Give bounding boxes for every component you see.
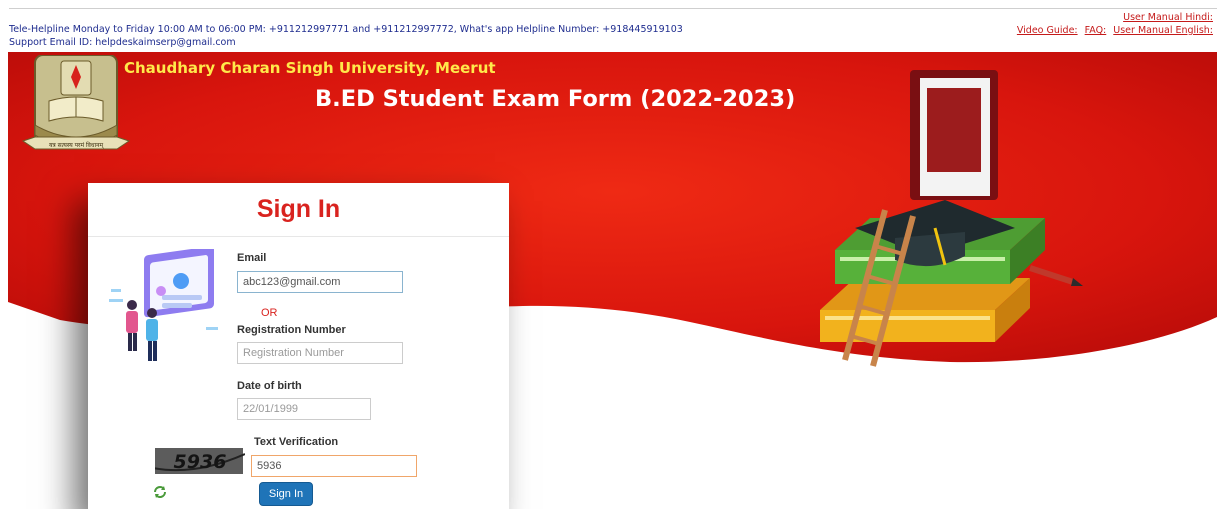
login-illustration <box>109 249 218 361</box>
top-links: User Manual Hindi: Video Guide: FAQ: Use… <box>1013 11 1213 37</box>
video-guide-link[interactable]: Video Guide: <box>1017 25 1078 36</box>
university-name: Chaudhary Charan Singh University, Meeru… <box>124 59 496 77</box>
refresh-icon[interactable] <box>153 485 167 499</box>
signin-button[interactable]: Sign In <box>259 482 313 506</box>
signin-card: Sign In Email OR Registration Number Dat… <box>88 183 509 509</box>
support-email: Support Email ID: helpdeskaimserp@gmail.… <box>9 37 236 48</box>
top-divider <box>9 8 1217 9</box>
card-divider <box>88 236 509 237</box>
captcha-input[interactable] <box>251 455 417 477</box>
captcha-label: Text Verification <box>254 436 339 448</box>
dob-label: Date of birth <box>237 380 302 392</box>
faq-link[interactable]: FAQ: <box>1085 25 1107 36</box>
registration-label: Registration Number <box>237 324 346 336</box>
dob-input[interactable] <box>237 398 371 420</box>
captcha-text: 5936 <box>174 451 227 473</box>
email-label: Email <box>237 252 267 264</box>
registration-input[interactable] <box>237 342 403 364</box>
books-graduation-cap-illustration <box>820 70 1083 367</box>
signin-title: Sign In <box>256 195 341 223</box>
captcha-image: 5936 <box>155 448 245 474</box>
helpline-text: Tele-Helpline Monday to Friday 10:00 AM … <box>9 24 683 35</box>
or-separator: OR <box>261 307 278 319</box>
user-manual-hindi-link[interactable]: User Manual Hindi: <box>1123 12 1213 23</box>
logo-motto: यत्र सत्यस्य परमं विधानम् <box>49 141 104 149</box>
email-input[interactable] <box>237 271 403 293</box>
user-manual-english-link[interactable]: User Manual English: <box>1113 25 1213 36</box>
helpline-info: Tele-Helpline Monday to Friday 10:00 AM … <box>9 23 683 49</box>
university-seal-icon: यत्र सत्यस्य परमं विधानम् <box>21 55 131 150</box>
form-title: B.ED Student Exam Form (2022-2023) <box>315 86 796 112</box>
